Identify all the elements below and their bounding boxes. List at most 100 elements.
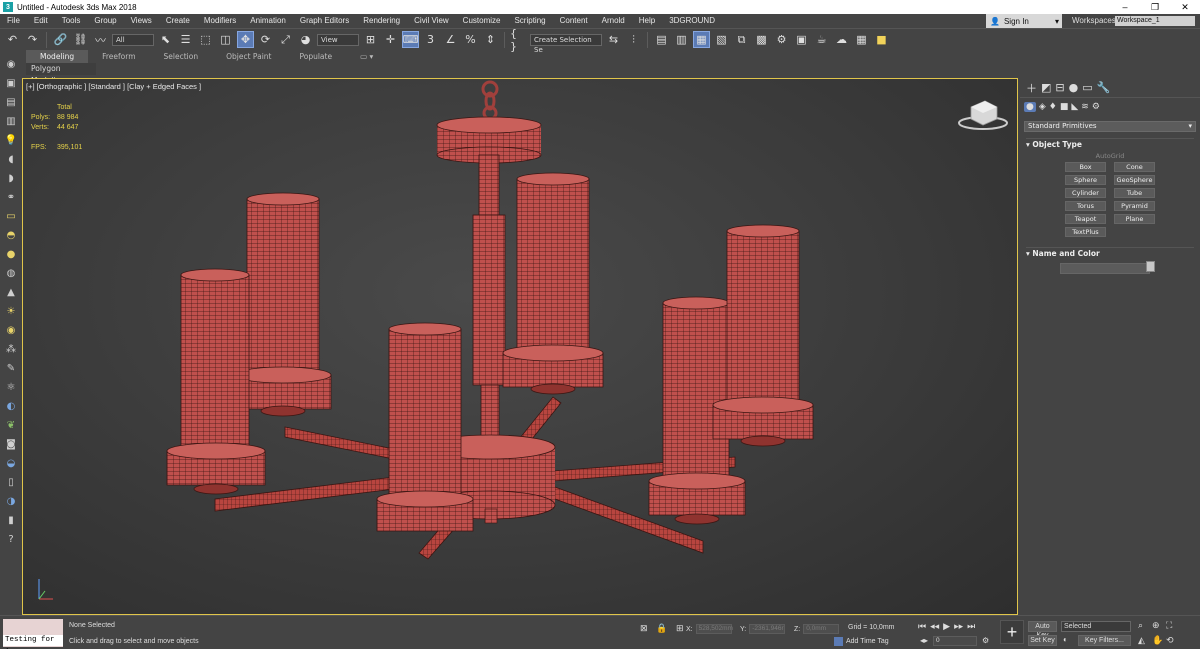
add-time-tag-button[interactable]: Add Time Tag [834,637,889,646]
spinner-snap-icon[interactable]: ⇕ [482,31,499,48]
selection-filter-select[interactable]: All [112,33,154,46]
keyboard-shortcut-icon[interactable]: ⌨ [402,31,419,48]
window-crossing-icon[interactable]: ◫ [217,31,234,48]
pyramid-button[interactable]: Pyramid [1114,201,1155,211]
tab-populate[interactable]: Populate [285,50,346,63]
previous-frame-icon[interactable]: ◂◂ [930,621,939,632]
selection-lock-icon[interactable]: 🔒 [656,623,667,634]
ribbon-options-icon[interactable]: ▭ ▾ [346,50,387,63]
select-object-icon[interactable]: ⬉ [157,31,174,48]
space-warps-icon[interactable]: ≋ [1081,102,1089,112]
x-coordinate-input[interactable]: 528,502mm [695,624,733,634]
sun-icon[interactable]: ☀ [3,303,19,320]
menu-modifiers[interactable]: Modifiers [197,14,243,28]
object-name-input[interactable] [1060,263,1150,274]
pan-icon[interactable]: ✋ [1152,635,1166,646]
render-cloud-icon[interactable]: ☁ [833,31,850,48]
shapes-icon[interactable]: ◈ [1039,102,1046,112]
group-icon[interactable]: ⚭ [3,189,19,206]
menu-group[interactable]: Group [87,14,123,28]
teapot-button[interactable]: Teapot [1065,214,1106,224]
file-icon[interactable]: ▮ [3,512,19,529]
light-bulb-icon[interactable]: 💡 [3,132,19,149]
tube-button[interactable]: Tube [1114,188,1155,198]
key-mode-icon[interactable]: ◂▸ [920,636,928,645]
key-mode-select[interactable]: Selected [1061,621,1131,632]
next-frame-icon[interactable]: ▸▸ [954,621,963,632]
time-config-icon[interactable]: ⚙ [982,636,989,645]
menu-civil-view[interactable]: Civil View [407,14,456,28]
scene-icon[interactable]: ▣ [3,75,19,92]
camera-icon[interactable]: ◗ [3,170,19,187]
layer-explorer-icon[interactable]: ▥ [673,31,690,48]
sphere-button[interactable]: Sphere [1065,175,1106,185]
network-icon[interactable]: ⚛ [3,379,19,396]
menu-arnold[interactable]: Arnold [595,14,632,28]
material-editor-icon[interactable]: ▩ [753,31,770,48]
z-coordinate-input[interactable]: 0,0mm [803,624,840,634]
cone-icon[interactable]: ▲ [3,284,19,301]
play-icon[interactable]: ▶ [943,621,950,632]
ear-icon[interactable]: ◖ [3,151,19,168]
tab-selection[interactable]: Selection [150,50,213,63]
edit-named-sets-icon[interactable]: { } [510,27,527,53]
menu-content[interactable]: Content [553,14,595,28]
default-in-out-icon[interactable]: ◐ [1063,635,1068,644]
undo-icon[interactable]: ↶ [4,31,21,48]
eye-icon[interactable]: ◉ [3,56,19,73]
unlink-icon[interactable]: ⛓ [72,31,89,48]
zoom-extents-icon[interactable]: ⛶ [1166,620,1180,631]
workspace-select[interactable]: Workspace_1 [1115,16,1195,26]
key-filters-button[interactable]: Key Filters... [1078,635,1131,646]
align-icon[interactable]: ⫶ [625,31,642,48]
select-rotate-icon[interactable]: ⟳ [257,31,274,48]
ribbon-panel-polygon-modeling[interactable]: Polygon Modeling [26,63,96,85]
mirror-icon[interactable]: ⇆ [605,31,622,48]
manipulate-icon[interactable]: ✛ [382,31,399,48]
name-and-color-rollout[interactable]: ▾ Name and Color [1026,247,1194,259]
dome-icon[interactable]: ◓ [3,227,19,244]
world-icon[interactable]: ◐ [3,398,19,415]
render-iterative-icon[interactable]: ▦ [853,31,870,48]
viewcube-icon[interactable] [958,100,1008,130]
geosphere-button[interactable]: GeoSphere [1114,175,1155,185]
isolate-selection-icon[interactable]: ⊠ [640,623,648,634]
fov-icon[interactable]: ◭ [1138,635,1152,646]
menu-views[interactable]: Views [124,14,159,28]
box-icon[interactable]: ▭ [3,208,19,225]
select-by-name-icon[interactable]: ☰ [177,31,194,48]
ribbon-toggle-icon[interactable]: ▦ [693,31,710,48]
maxscript-input[interactable]: Testing for : [3,635,63,649]
leaf-icon[interactable]: ❦ [3,417,19,434]
object-color-swatch[interactable] [1146,261,1155,272]
zoom-all-icon[interactable]: ⊕ [1152,620,1166,631]
menu-customize[interactable]: Customize [456,14,508,28]
tab-freeform[interactable]: Freeform [88,50,149,63]
modify-tab-icon[interactable]: ◩ [1041,81,1051,94]
select-move-icon[interactable]: ✥ [237,31,254,48]
render-setup-icon[interactable]: ⚙ [773,31,790,48]
go-to-end-icon[interactable]: ⏭ [967,621,975,632]
globe-icon[interactable]: ◍ [3,265,19,282]
close-button[interactable]: ✕ [1170,0,1200,14]
viewport-perspective[interactable]: [+] [Orthographic ] [Standard ] [Clay + … [22,78,1018,615]
auto-key-button[interactable]: Auto Key [1028,621,1057,639]
geometry-icon[interactable]: ● [1024,101,1036,112]
menu-rendering[interactable]: Rendering [356,14,407,28]
menu-help[interactable]: Help [632,14,662,28]
cameras-icon[interactable]: ■ [1060,102,1069,112]
utilities-tab-icon[interactable]: 🔧 [1097,81,1111,94]
lights-icon[interactable]: ♦ [1049,102,1057,112]
selection-set-select[interactable]: Create Selection Se [530,33,602,54]
graph-icon[interactable]: ▤ [3,94,19,111]
box-button[interactable]: Box [1065,162,1106,172]
schematic-view-icon[interactable]: ⧉ [733,31,750,48]
viewport-label[interactable]: [+] [Orthographic ] [Standard ] [Clay + … [26,82,201,91]
sphere-icon[interactable]: ● [3,246,19,263]
cylinder-button[interactable]: Cylinder [1065,188,1106,198]
set-keys-icon[interactable]: + [1000,620,1024,644]
list-icon[interactable]: ▥ [3,113,19,130]
rendered-frame-icon[interactable]: ▣ [793,31,810,48]
plane-button[interactable]: Plane [1114,214,1155,224]
pivot-center-icon[interactable]: ⊞ [362,31,379,48]
